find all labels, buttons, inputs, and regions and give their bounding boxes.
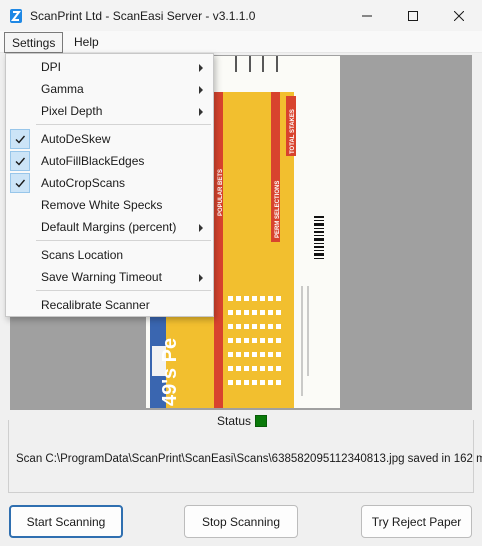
title-bar: ScanPrint Ltd - ScanEasi Server - v3.1.1…: [0, 0, 482, 31]
menu-item-label: AutoFillBlackEdges: [41, 154, 145, 168]
menu-item-label: Gamma: [41, 82, 84, 96]
maximize-icon: [408, 10, 418, 21]
menu-item-label: AutoCropScans: [41, 176, 126, 190]
settings-dropdown: DPI Gamma Pixel Depth AutoDeSkew AutoFil…: [5, 53, 214, 317]
menu-item-label: Save Warning Timeout: [41, 270, 162, 284]
menu-item-save-warning-timeout[interactable]: Save Warning Timeout: [6, 266, 213, 288]
brand-label: 49's Pe: [159, 338, 181, 406]
start-scanning-button[interactable]: Start Scanning: [9, 505, 123, 538]
menu-bar: Settings Help: [0, 31, 482, 53]
menu-separator: [36, 290, 211, 291]
log-message: Scan C:\ProgramData\ScanPrint\ScanEasi\S…: [16, 453, 482, 465]
menu-item-label: DPI: [41, 60, 62, 74]
menu-separator: [36, 240, 211, 241]
total-stakes-label: TOTAL STAKES: [290, 109, 296, 154]
menu-item-label: Default Margins (percent): [41, 220, 177, 234]
maximize-button[interactable]: [390, 0, 436, 31]
menu-settings[interactable]: Settings: [4, 32, 64, 53]
minimize-button[interactable]: [344, 0, 390, 31]
menu-item-label: Scans Location: [41, 248, 124, 262]
submenu-arrow-icon: [199, 64, 203, 72]
submenu-arrow-icon: [199, 224, 203, 232]
menu-item-autodeskew[interactable]: AutoDeSkew: [6, 128, 213, 150]
checkmark-icon: [10, 151, 30, 171]
checkmark-icon: [10, 129, 30, 149]
menu-item-recalibrate-scanner[interactable]: Recalibrate Scanner: [6, 294, 213, 316]
menu-separator: [36, 124, 211, 125]
status-indicator: [255, 415, 267, 427]
close-icon: [454, 10, 464, 21]
submenu-arrow-icon: [199, 274, 203, 282]
menu-item-autocropscans[interactable]: AutoCropScans: [6, 172, 213, 194]
menu-item-label: AutoDeSkew: [41, 132, 111, 146]
perm-selections-label: PERM SELECTIONS: [275, 181, 281, 238]
menu-item-scans-location[interactable]: Scans Location: [6, 244, 213, 266]
checkmark-icon: [10, 173, 30, 193]
menu-item-label: Pixel Depth: [41, 104, 103, 118]
menu-item-gamma[interactable]: Gamma: [6, 78, 213, 100]
menu-item-remove-white-specks[interactable]: Remove White Specks: [6, 194, 213, 216]
menu-item-pixel-depth[interactable]: Pixel Depth: [6, 100, 213, 122]
menu-help[interactable]: Help: [67, 32, 106, 53]
status-label: Status: [217, 414, 252, 428]
window-title: ScanPrint Ltd - ScanEasi Server - v3.1.1…: [30, 9, 256, 23]
close-button[interactable]: [436, 0, 482, 31]
menu-item-label: Remove White Specks: [41, 198, 163, 212]
menu-item-default-margins[interactable]: Default Margins (percent): [6, 216, 213, 238]
minimize-icon: [362, 15, 372, 16]
submenu-arrow-icon: [199, 108, 203, 116]
try-reject-paper-button[interactable]: Try Reject Paper: [361, 505, 472, 538]
menu-item-label: Recalibrate Scanner: [41, 298, 150, 312]
popular-bets-label: POPULAR BETS: [218, 169, 224, 216]
stop-scanning-button[interactable]: Stop Scanning: [184, 505, 298, 538]
app-icon: [10, 9, 22, 23]
submenu-arrow-icon: [199, 86, 203, 94]
menu-item-autofillblackedges[interactable]: AutoFillBlackEdges: [6, 150, 213, 172]
menu-item-dpi[interactable]: DPI: [6, 56, 213, 78]
